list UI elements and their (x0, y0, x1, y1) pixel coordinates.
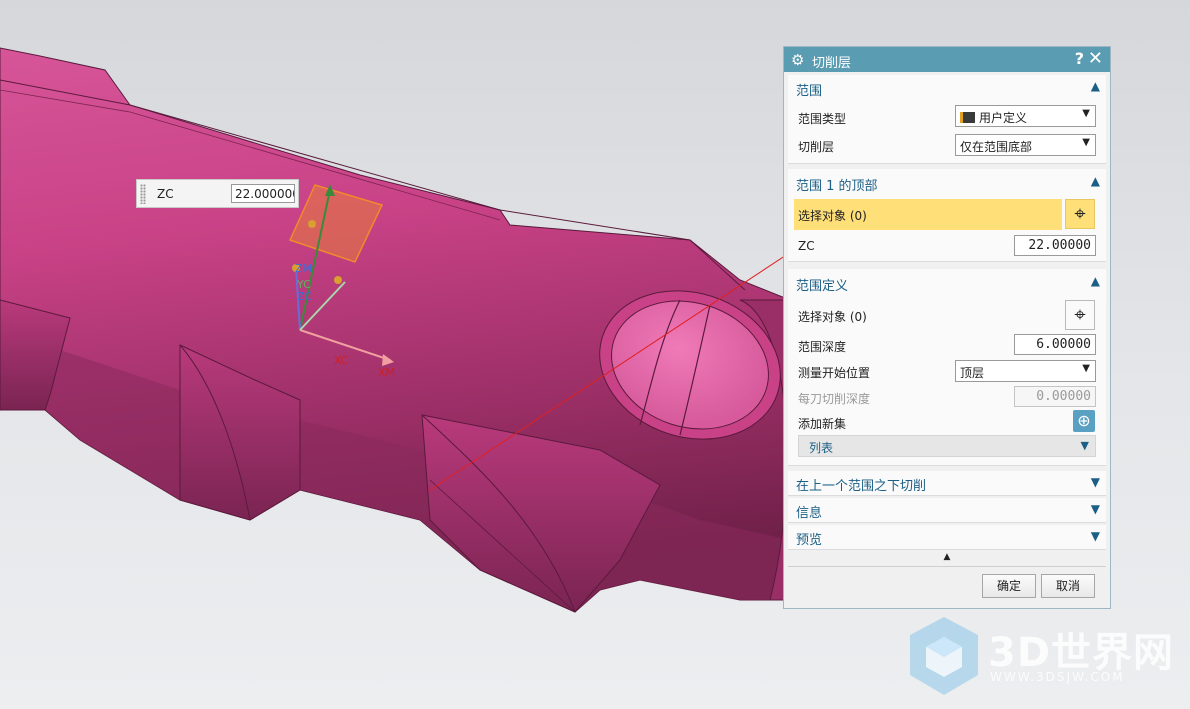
crosshair-select-icon[interactable]: ⌖ (1065, 300, 1095, 330)
range-group: 范围 ▲ 范围类型 用户定义 ▼ 切削层 仅在范围底部 ▼ (788, 75, 1106, 164)
range-depth-label: 范围深度 (798, 340, 847, 354)
list-toggle[interactable]: 列表 ▼ (798, 435, 1096, 457)
preview-group[interactable]: 预览 ▼ (788, 525, 1106, 550)
help-icon[interactable]: ? (1075, 49, 1084, 68)
range-top-zc-input[interactable]: 22.00000 (1014, 235, 1096, 256)
cancel-button[interactable]: 取消 (1041, 574, 1095, 598)
dropdown-arrow-icon: ▼ (1082, 137, 1090, 148)
collapse-triangle-icon[interactable]: ▲ (788, 552, 1106, 566)
info-header[interactable]: 信息 (796, 502, 822, 521)
zc-float-label: ZC (157, 187, 174, 201)
xm-label: XM (378, 366, 395, 379)
cut-layer-label: 切削层 (798, 140, 835, 154)
range-type-select[interactable]: 用户定义 ▼ (955, 105, 1096, 127)
chevron-down-icon[interactable]: ▼ (1091, 502, 1100, 516)
range-top-zc-label: ZC (798, 239, 815, 253)
per-cut-depth-label: 每刀切削深度 (798, 392, 871, 406)
gear-icon: ⚙ (791, 51, 805, 69)
drag-grip-icon[interactable] (140, 184, 146, 204)
dropdown-arrow-icon: ▼ (1082, 363, 1090, 374)
range-top-group: 范围 1 的顶部 ▲ 选择对象 (0) ⌖ ZC 22.00000 (788, 169, 1106, 262)
xc-label: XC (334, 354, 349, 367)
chevron-up-icon[interactable]: ▲ (1091, 274, 1100, 288)
chevron-down-icon[interactable]: ▼ (1091, 529, 1100, 543)
close-icon[interactable]: ✕ (1088, 48, 1103, 69)
cut-levels-dialog: ⚙ 切削层 ? ✕ 范围 ▲ 范围类型 用户定义 ▼ 切削层 仅在范围底部 ▼ … (783, 46, 1111, 609)
measure-from-label: 测量开始位置 (798, 366, 871, 380)
measure-from-value: 顶层 (960, 366, 985, 380)
range-top-select-label: 选择对象 (0) (798, 209, 867, 223)
dialog-titlebar[interactable]: ⚙ 切削层 ? ✕ (784, 47, 1110, 72)
add-new-set-icon[interactable]: ⊕ (1073, 410, 1095, 432)
ok-button[interactable]: 确定 (982, 574, 1036, 598)
preview-header[interactable]: 预览 (796, 529, 822, 548)
chevron-up-icon[interactable]: ▲ (1091, 79, 1100, 93)
zc-axis-label: ZC (297, 290, 313, 303)
cube-logo-icon (910, 617, 978, 695)
range-def-header[interactable]: 范围定义 (796, 275, 848, 294)
below-header[interactable]: 在上一个范围之下切削 (796, 475, 926, 494)
dropdown-arrow-icon: ▼ (1082, 108, 1090, 119)
divider (788, 566, 1106, 567)
range-type-value: 用户定义 (979, 111, 1028, 125)
list-label: 列表 (809, 441, 834, 455)
watermark-url: WWW.3DSJW.COM (990, 670, 1125, 684)
chevron-down-icon[interactable]: ▼ (1091, 475, 1100, 489)
below-group[interactable]: 在上一个范围之下切削 ▼ (788, 471, 1106, 496)
range-top-header[interactable]: 范围 1 的顶部 (796, 175, 878, 194)
chevron-down-icon: ▼ (1080, 439, 1089, 452)
info-group[interactable]: 信息 ▼ (788, 498, 1106, 523)
range-def-select-label: 选择对象 (0) (798, 310, 867, 324)
dialog-title: 切削层 (812, 56, 852, 71)
range-type-label: 范围类型 (798, 112, 847, 126)
measure-from-select[interactable]: 顶层 ▼ (955, 360, 1096, 382)
range-depth-input[interactable]: 6.00000 (1014, 334, 1096, 355)
zc-float-input[interactable]: 22.000000 (231, 184, 295, 203)
cut-layer-value: 仅在范围底部 (960, 140, 1033, 154)
add-new-set-label: 添加新集 (798, 417, 847, 431)
zc-dynamic-input: ZC 22.000000 (136, 179, 299, 208)
per-cut-depth-input: 0.00000 (1014, 386, 1096, 407)
cut-layer-select[interactable]: 仅在范围底部 ▼ (955, 134, 1096, 156)
user-defined-icon (960, 112, 975, 123)
range-group-header[interactable]: 范围 (796, 80, 822, 99)
zm-label: ZM (295, 262, 312, 275)
chevron-up-icon[interactable]: ▲ (1091, 174, 1100, 188)
crosshair-select-icon[interactable]: ⌖ (1065, 199, 1095, 229)
range-def-group: 范围定义 ▲ 选择对象 (0) ⌖ 范围深度 6.00000 测量开始位置 顶层… (788, 269, 1106, 466)
part-model (0, 47, 791, 613)
